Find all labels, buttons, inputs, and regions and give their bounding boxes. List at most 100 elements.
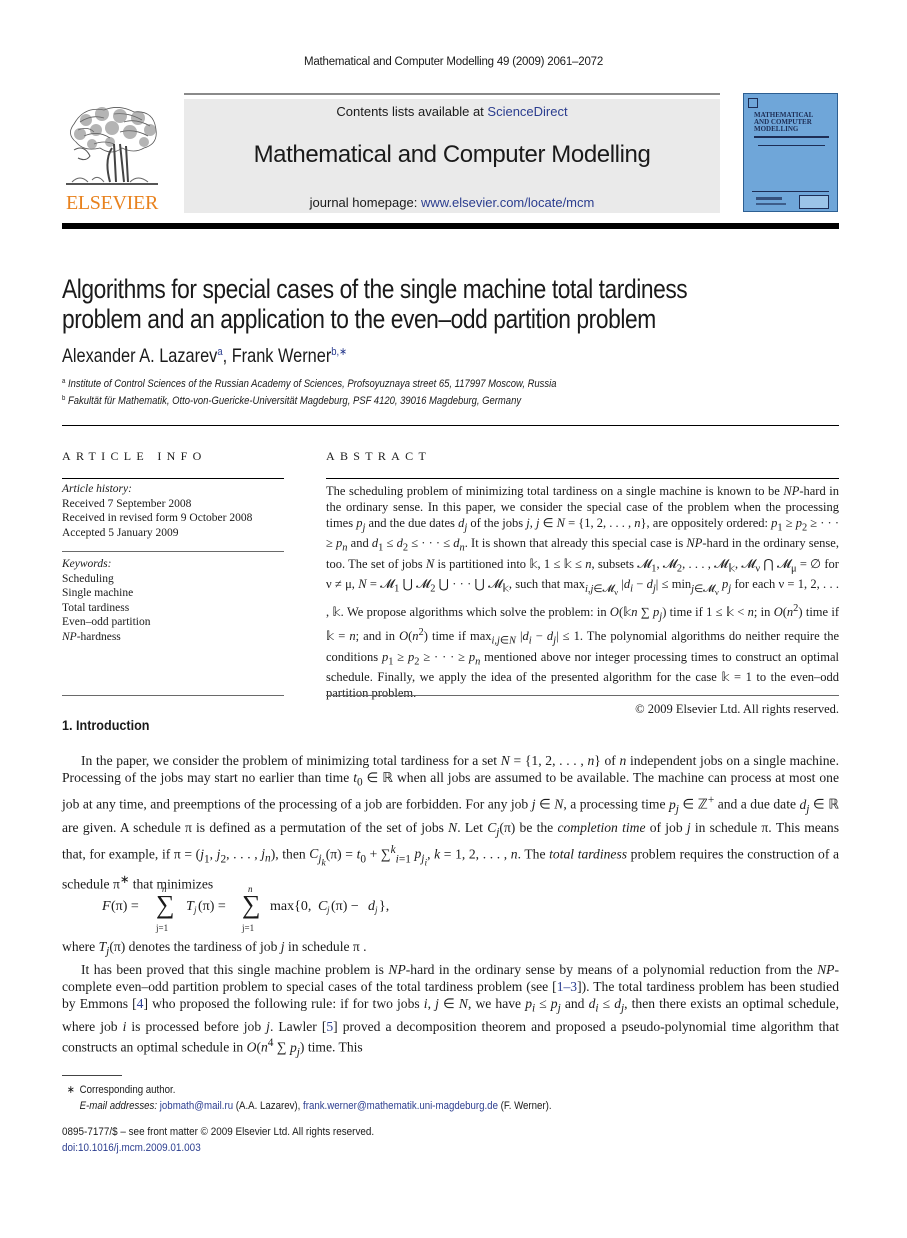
contents-line: Contents lists available at ScienceDirec…	[184, 104, 720, 119]
affiliation-mark: a	[62, 378, 66, 385]
email-link[interactable]: frank.werner@mathematik.uni-magdeburg.de	[303, 1100, 498, 1112]
cover-sciencedirect-mark	[756, 197, 782, 200]
affiliation: b Fakultät für Mathematik, Otto-von-Guer…	[62, 395, 521, 407]
elsevier-wordmark: ELSEVIER	[65, 192, 159, 214]
history-item: Accepted 5 January 2009	[62, 526, 179, 539]
email-label: E-mail addresses:	[79, 1100, 158, 1112]
cover-rule	[754, 136, 829, 138]
cover-rule	[758, 145, 825, 146]
author-name: Frank Werner	[231, 346, 332, 367]
sciencedirect-link[interactable]: ScienceDirect	[487, 104, 567, 119]
homepage-line: journal homepage: www.elsevier.com/locat…	[184, 195, 720, 210]
article-info-heading: ARTICLE INFO	[62, 449, 207, 463]
author-separator: ,	[222, 346, 232, 367]
sum-icon: ∑	[242, 890, 261, 919]
author-list: Alexander A. Lazareva, Frank Wernerb,∗	[62, 345, 347, 368]
issn-line: 0895-7177/$ – see front matter © 2009 El…	[62, 1126, 375, 1138]
history-label: Article history:	[62, 483, 132, 495]
keyword: Single machine	[62, 587, 134, 599]
cover-rule	[752, 191, 829, 192]
keyword: NP-hardness	[62, 630, 284, 645]
journal-homepage-link[interactable]: www.elsevier.com/locate/mcm	[421, 195, 594, 210]
abstract-heading: ABSTRACT	[326, 449, 432, 463]
body-paragraph: It has been proved that this single mach…	[62, 961, 839, 1059]
abstract-rule	[326, 695, 839, 696]
keyword: Total tardiness	[62, 601, 130, 614]
sum-upper: n	[162, 885, 167, 894]
intro-paragraph-1: In the paper, we consider the problem of…	[62, 752, 839, 893]
author-name: Alexander A. Lazarev	[62, 346, 218, 367]
email-owner: (A.A. Lazarev),	[233, 1100, 304, 1112]
keyword-rest: -hardness	[76, 630, 121, 643]
email-link[interactable]: jobmath@mail.ru	[160, 1100, 233, 1112]
equation-total-tardiness: F (π) = ∑ n j=1 T j (π) = ∑ n j=1 max{0,…	[101, 885, 389, 933]
keywords-label: Keywords:	[62, 558, 112, 570]
citation-link[interactable]: 4	[137, 996, 144, 1011]
abstract-rule	[326, 478, 839, 479]
article-info-rule	[62, 695, 284, 696]
journal-title: Mathematical and Computer Modelling	[253, 141, 651, 168]
doi-link[interactable]: doi:10.1016/j.mcm.2009.01.003	[62, 1142, 201, 1154]
affiliation-text: Fakultät für Mathematik, Otto-von-Gueric…	[67, 395, 522, 407]
front-matter: 0895-7177/$ – see front matter © 2009 El…	[62, 1124, 374, 1156]
homepage-prefix: journal homepage:	[309, 195, 421, 210]
cover-title: MATHEMATICAL AND COMPUTER MODELLING	[754, 111, 814, 133]
svg-text:(π) =: (π) =	[198, 899, 226, 914]
svg-text:n: n	[248, 885, 253, 894]
section-rule	[62, 425, 839, 426]
history-item: Received 7 September 2008	[62, 497, 192, 510]
sum-icon: ∑	[156, 890, 175, 919]
title-line-2: problem and an application to the even–o…	[62, 304, 656, 334]
elsevier-logo[interactable]: ELSEVIER	[62, 104, 162, 214]
email-line: E-mail addresses: jobmath@mail.ru (A.A. …	[62, 1098, 552, 1114]
body-paragraph: where Tj(π) denotes the tardiness of job…	[62, 939, 367, 958]
sum-lower: j=1	[155, 923, 168, 933]
journal-cover-thumbnail[interactable]: MATHEMATICAL AND COMPUTER MODELLING	[743, 93, 838, 212]
eq-lhs: F	[101, 899, 111, 914]
email-owner: (F. Werner).	[497, 1100, 552, 1112]
running-head: Mathematical and Computer Modelling 49 (…	[303, 56, 604, 68]
cover-logo-icon	[748, 98, 758, 108]
abstract-paragraph: The scheduling problem of minimizing tot…	[326, 484, 840, 700]
svg-text:j: j	[326, 905, 330, 915]
elsevier-tree-icon	[66, 107, 158, 185]
svg-text:(π) −: (π) −	[331, 899, 359, 914]
citation-link[interactable]: 1–3	[557, 979, 577, 994]
keyword: Even–odd partition	[62, 616, 151, 628]
article-history: Article history: Received 7 September 20…	[62, 482, 284, 540]
affiliation-mark[interactable]: b,∗	[331, 346, 347, 358]
body-paragraph: In the paper, we consider the problem of…	[62, 753, 840, 892]
article-info-rule	[62, 551, 284, 552]
intro-paragraph-2: where Tj(π) denotes the tardiness of job…	[62, 938, 839, 1062]
svg-text:},: },	[379, 899, 389, 914]
cover-url-mark	[756, 203, 786, 205]
history-item: Received in revised form 9 October 2008	[62, 512, 253, 524]
footnote-star: ∗	[66, 1084, 75, 1096]
abstract-text: The scheduling problem of minimizing tot…	[326, 484, 839, 718]
eq-lhs-arg: (π) =	[111, 899, 139, 914]
citation-link[interactable]: 5	[326, 1019, 333, 1034]
keyword: Scheduling	[62, 572, 114, 585]
corresponding-author-note: ∗ Corresponding author.	[62, 1082, 552, 1098]
footnote-rule	[62, 1075, 122, 1076]
keywords: Keywords: Scheduling Single machine Tota…	[62, 557, 284, 644]
svg-text:j=1: j=1	[241, 923, 254, 933]
header-rule	[184, 93, 720, 95]
affiliation-mark: b	[62, 395, 66, 402]
svg-text:max{0,: max{0,	[270, 899, 311, 914]
article-info-rule	[62, 478, 284, 479]
svg-text:j: j	[374, 905, 378, 915]
affiliation: a Institute of Control Sciences of the R…	[62, 378, 556, 390]
section-heading: 1. Introduction	[62, 717, 150, 733]
cover-electronic-access-badge	[799, 195, 829, 209]
article-title: Algorithms for special cases of the sing…	[62, 274, 842, 334]
header-thick-rule	[62, 223, 839, 229]
keyword-np: NP	[62, 630, 77, 643]
footnotes: ∗ Corresponding author. E-mail addresses:…	[62, 1082, 552, 1114]
contents-prefix: Contents lists available at	[336, 104, 488, 119]
corresponding-label: Corresponding author.	[79, 1084, 176, 1096]
affiliation-text: Institute of Control Sciences of the Rus…	[67, 378, 557, 390]
title-line-1: Algorithms for special cases of the sing…	[62, 274, 688, 304]
svg-text:j: j	[193, 905, 197, 915]
copyright-notice: © 2009 Elsevier Ltd. All rights reserved…	[635, 701, 839, 716]
